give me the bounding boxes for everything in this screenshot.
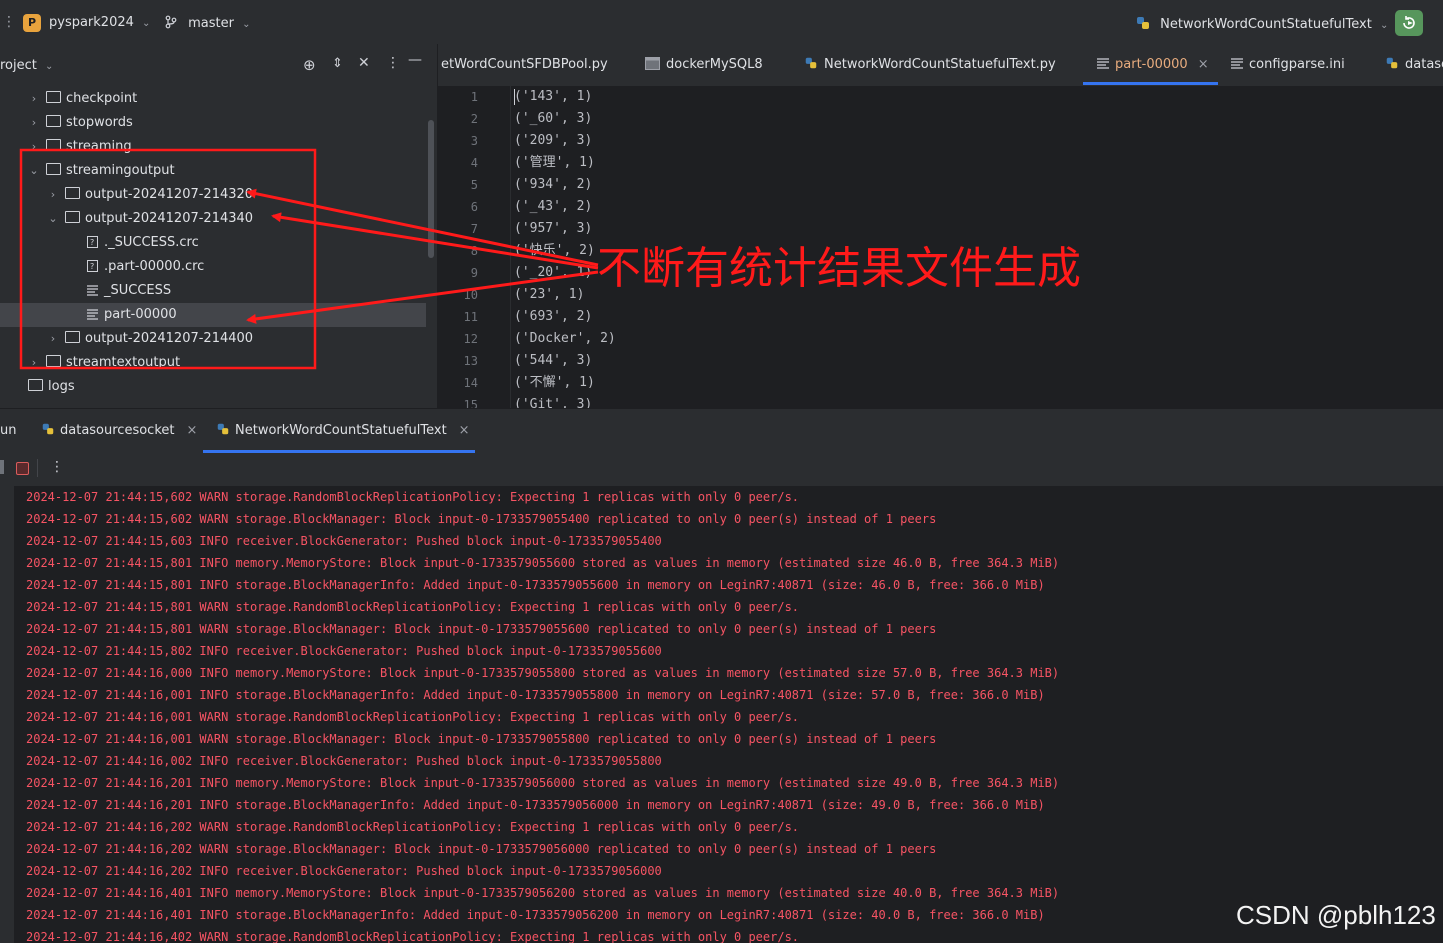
annotation-arrow	[246, 188, 599, 267]
annotation-text: 不断有统计结果文件生成	[597, 243, 1081, 294]
annotation-overlay	[19, 148, 599, 370]
watermark: CSDN @pblh123	[1236, 900, 1436, 930]
highlight-box	[19, 148, 317, 370]
annotation-arrow	[246, 270, 599, 324]
annotation-arrow	[271, 212, 599, 270]
